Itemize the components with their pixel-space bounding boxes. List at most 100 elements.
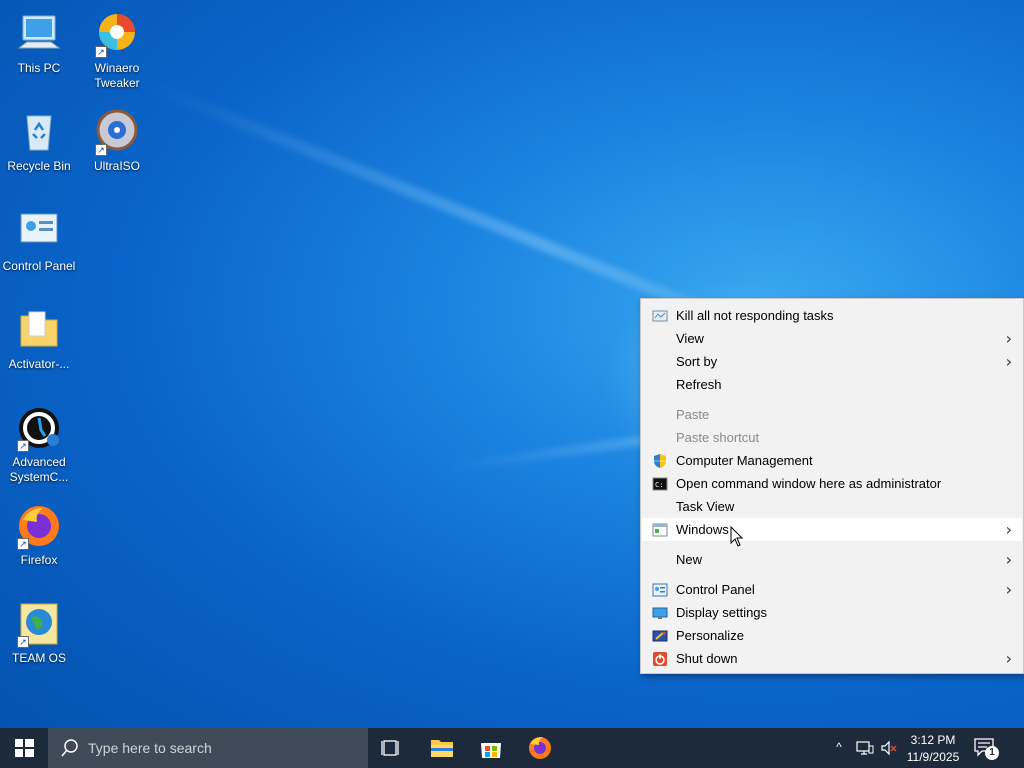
tray-overflow-button[interactable]: ^	[832, 740, 846, 756]
menu-separator	[642, 541, 1022, 548]
desktop-context-menu: Kill all not responding tasks View › Sor…	[640, 298, 1024, 674]
computer-icon	[15, 10, 63, 58]
action-center-button[interactable]: 1	[972, 736, 1000, 760]
menu-separator	[642, 571, 1022, 578]
menu-item-label: Open command window here as administrato…	[676, 476, 942, 491]
folder-icon	[15, 306, 63, 354]
firefox-icon: ↗	[15, 502, 63, 550]
clock-date: 11/9/2025	[906, 750, 960, 764]
desktop-icon-advanced-systemcare[interactable]: ↗ Advanced SystemC...	[0, 404, 78, 485]
shield-icon	[652, 453, 668, 469]
menu-item-control-panel[interactable]: Control Panel ›	[642, 578, 1022, 601]
menu-item-paste: Paste	[642, 403, 1022, 426]
task-view-icon	[381, 740, 399, 756]
folder-icon	[431, 740, 453, 757]
personalize-icon	[652, 628, 668, 644]
menu-item-label: Refresh	[676, 377, 722, 392]
winaero-icon: ↗	[93, 10, 141, 58]
menu-item-label: Sort by	[676, 354, 718, 369]
menu-item-label: View	[676, 331, 704, 346]
shortcut-arrow-icon: ↗	[95, 144, 107, 156]
window-icon	[652, 522, 668, 538]
submenu-arrow-icon: ›	[1005, 520, 1012, 539]
globe-icon: ↗	[15, 600, 63, 648]
menu-item-shut-down[interactable]: Shut down ›	[642, 647, 1022, 670]
menu-item-label: Personalize	[676, 628, 744, 643]
menu-item-new[interactable]: New ›	[642, 548, 1022, 571]
shortcut-arrow-icon: ↗	[95, 46, 107, 58]
store-icon	[481, 743, 501, 758]
kill-tasks-icon	[652, 308, 668, 324]
volume-muted-icon[interactable]	[880, 740, 898, 761]
recycle-bin-icon	[15, 108, 63, 156]
menu-item-label: Kill all not responding tasks	[676, 308, 834, 323]
chevron-up-icon: ^	[836, 740, 842, 754]
desktop-icon-label: Activator-...	[8, 357, 70, 371]
desktop-icon-recycle-bin[interactable]: Recycle Bin	[0, 108, 78, 174]
menu-item-open-command-window[interactable]: C: Open command window here as administr…	[642, 472, 1022, 495]
menu-item-sort-by[interactable]: Sort by ›	[642, 350, 1022, 373]
submenu-arrow-icon: ›	[1005, 649, 1012, 668]
menu-item-windows[interactable]: Windows ›	[642, 518, 1022, 541]
menu-item-kill-tasks[interactable]: Kill all not responding tasks	[642, 304, 1022, 327]
search-placeholder: Type here to search	[88, 740, 212, 756]
desktop-icon-label: Winaero Tweaker	[94, 61, 140, 90]
taskbar-search-box[interactable]: Type here to search	[48, 728, 368, 768]
menu-separator	[642, 396, 1022, 403]
menu-item-paste-shortcut: Paste shortcut	[642, 426, 1022, 449]
file-explorer-button[interactable]	[418, 728, 466, 768]
start-button[interactable]	[0, 728, 48, 768]
desktop-icon-label: TEAM OS	[11, 651, 66, 665]
desktop-icon-control-panel[interactable]: Control Panel	[0, 208, 78, 274]
control-panel-icon	[652, 582, 668, 598]
desktop-icon-label: Recycle Bin	[7, 159, 71, 173]
desktop-icon-ultraiso[interactable]: ↗ UltraISO	[78, 108, 156, 174]
shortcut-arrow-icon: ↗	[17, 538, 29, 550]
menu-item-label: Paste	[676, 407, 710, 422]
desktop-icon-label: Control Panel	[2, 259, 76, 273]
search-icon	[60, 738, 80, 761]
desktop-icon-label: UltraISO	[93, 159, 140, 173]
submenu-arrow-icon: ›	[1005, 352, 1012, 371]
menu-item-view[interactable]: View ›	[642, 327, 1022, 350]
menu-item-personalize[interactable]: Personalize	[642, 624, 1022, 647]
menu-item-label: Task View	[676, 499, 735, 514]
shortcut-arrow-icon: ↗	[17, 636, 29, 648]
menu-item-label: Windows	[676, 522, 729, 537]
menu-item-label: Computer Management	[676, 453, 813, 468]
menu-item-label: Paste shortcut	[676, 430, 760, 445]
shortcut-arrow-icon: ↗	[17, 440, 29, 452]
store-button[interactable]	[467, 728, 515, 768]
menu-item-label: Display settings	[676, 605, 768, 620]
submenu-arrow-icon: ›	[1005, 550, 1012, 569]
display-icon	[652, 605, 668, 621]
menu-item-refresh[interactable]: Refresh	[642, 373, 1022, 396]
menu-item-computer-management[interactable]: Computer Management	[642, 449, 1022, 472]
desktop-icon-this-pc[interactable]: This PC	[0, 10, 78, 76]
desktop-icon-activator[interactable]: Activator-...	[0, 306, 78, 372]
power-icon	[652, 651, 668, 667]
network-icon[interactable]	[856, 740, 874, 761]
desktop-icon-label: Firefox	[20, 553, 58, 567]
desktop-icon-team-os[interactable]: ↗ TEAM OS	[0, 600, 78, 666]
menu-item-label: New	[676, 552, 703, 567]
menu-item-label: Control Panel	[676, 582, 755, 597]
windows-logo-icon	[15, 739, 34, 757]
control-panel-icon	[15, 208, 63, 256]
firefox-taskbar-button[interactable]	[516, 728, 564, 768]
clock[interactable]: 3:12 PM 11/9/2025	[900, 731, 966, 767]
svg-text:C:: C:	[655, 481, 663, 489]
advanced-systemcare-icon: ↗	[15, 404, 63, 452]
submenu-arrow-icon: ›	[1005, 580, 1012, 599]
menu-item-display-settings[interactable]: Display settings	[642, 601, 1022, 624]
desktop-icon-winaero-tweaker[interactable]: ↗ Winaero Tweaker	[78, 10, 156, 91]
submenu-arrow-icon: ›	[1005, 329, 1012, 348]
desktop-icon-label: Advanced SystemC...	[9, 455, 69, 484]
notification-count-badge: 1	[985, 746, 999, 760]
desktop-icon-firefox[interactable]: ↗ Firefox	[0, 502, 78, 568]
clock-time: 3:12 PM	[910, 733, 956, 747]
menu-item-task-view[interactable]: Task View	[642, 495, 1022, 518]
task-view-button[interactable]	[368, 728, 416, 768]
desktop-icon-label: This PC	[17, 61, 61, 75]
taskbar: Type here to search ^ 3:12 PM 11/9/2025 …	[0, 728, 1024, 768]
